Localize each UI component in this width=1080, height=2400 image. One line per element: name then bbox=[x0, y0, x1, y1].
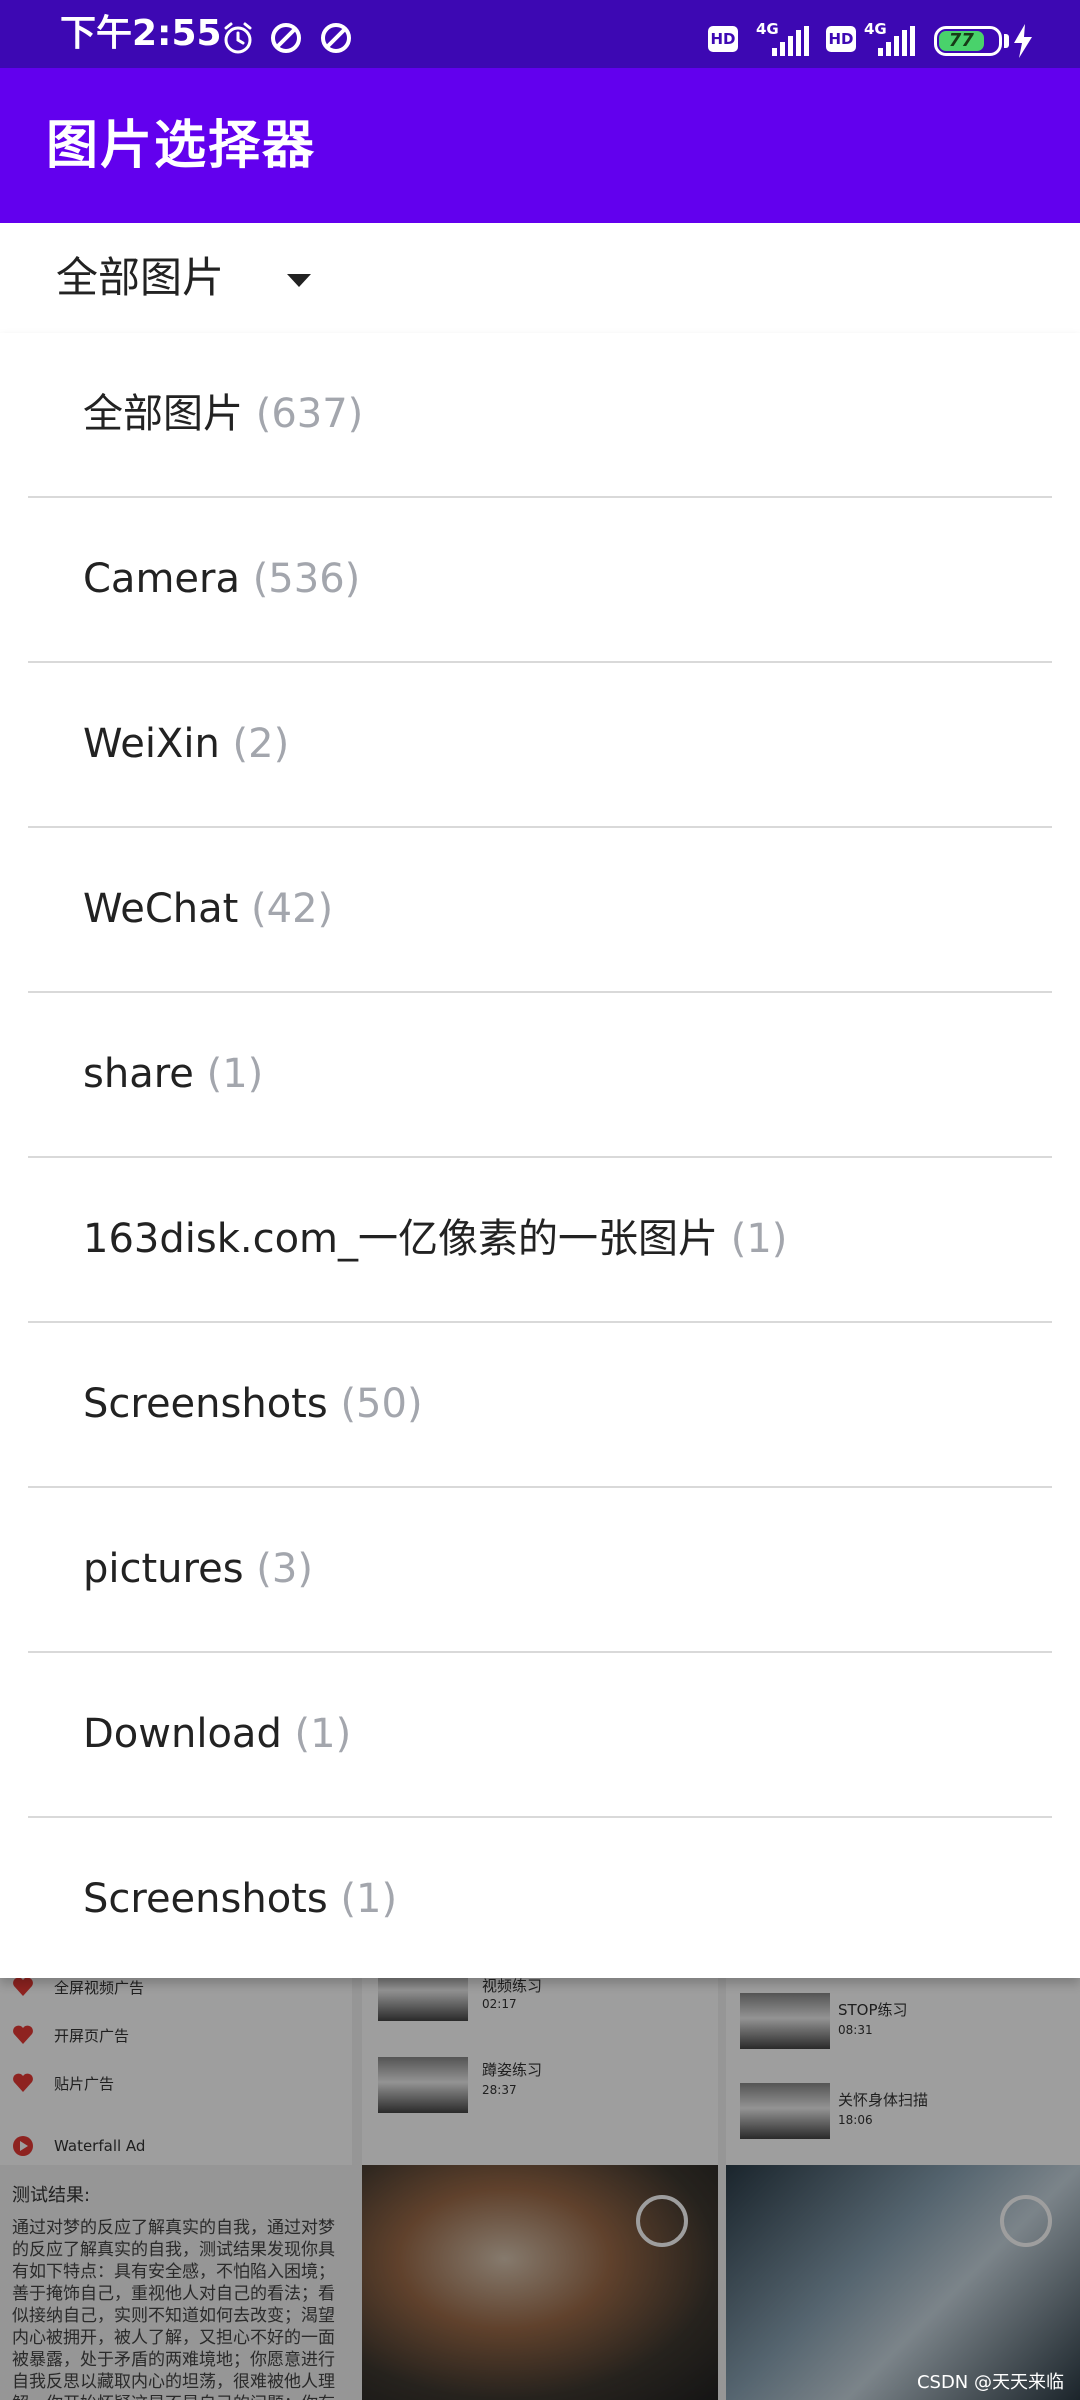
album-name: Screenshots bbox=[83, 1381, 328, 1427]
battery-level: 77 bbox=[939, 31, 984, 51]
album-option[interactable]: Camera (536) bbox=[28, 498, 1052, 663]
alarm-icon bbox=[224, 22, 252, 54]
album-count: (2) bbox=[232, 721, 290, 767]
album-count: (536) bbox=[252, 556, 361, 602]
album-dropdown-list: 全部图片 (637) Camera (536) WeiXin (2) WeCha… bbox=[0, 333, 1080, 1978]
album-count: (1) bbox=[340, 1876, 398, 1922]
album-name: share bbox=[83, 1051, 194, 1097]
dropdown-caret-icon bbox=[287, 274, 311, 287]
album-name: WeiXin bbox=[83, 721, 220, 767]
status-bar: 下午2:55 HD 4G HD 4G 77 bbox=[0, 0, 1080, 68]
album-option[interactable]: WeChat (42) bbox=[28, 828, 1052, 993]
album-count: (50) bbox=[340, 1381, 423, 1427]
album-option[interactable]: share (1) bbox=[28, 993, 1052, 1158]
album-option[interactable]: Download (1) bbox=[28, 1653, 1052, 1818]
album-option[interactable]: pictures (3) bbox=[28, 1488, 1052, 1653]
background-scrim bbox=[0, 1975, 1080, 2400]
spinner-selected-label: 全部图片 bbox=[56, 253, 225, 302]
album-name: WeChat bbox=[83, 886, 239, 932]
album-name: pictures bbox=[83, 1546, 244, 1592]
app-bar: 图片选择器 bbox=[0, 68, 1080, 223]
battery-indicator: 77 bbox=[934, 26, 1002, 56]
app-title: 图片选择器 bbox=[46, 116, 317, 176]
album-count: (1) bbox=[206, 1051, 264, 1097]
album-option[interactable]: WeiXin (2) bbox=[28, 663, 1052, 828]
battery-tip bbox=[1004, 34, 1009, 48]
data-saver-icon bbox=[271, 23, 301, 53]
album-name: Download bbox=[83, 1711, 282, 1757]
album-option[interactable]: Screenshots (1) bbox=[28, 1818, 1052, 1983]
album-name: Camera bbox=[83, 556, 240, 602]
album-count: (3) bbox=[256, 1546, 313, 1592]
album-count: (637) bbox=[255, 391, 364, 437]
album-count: (42) bbox=[251, 886, 334, 932]
album-count: (1) bbox=[730, 1216, 788, 1262]
signal-icon bbox=[878, 26, 915, 56]
album-option[interactable]: Screenshots (50) bbox=[28, 1323, 1052, 1488]
album-option[interactable]: 全部图片 (637) bbox=[28, 333, 1052, 498]
hd-badge: HD bbox=[708, 26, 738, 52]
hd-badge: HD bbox=[826, 26, 856, 52]
album-count: (1) bbox=[294, 1711, 352, 1757]
album-option[interactable]: 163disk.com_一亿像素的一张图片 (1) bbox=[28, 1158, 1052, 1323]
watermark: CSDN @天天来临 bbox=[916, 2372, 1064, 2393]
signal-icon bbox=[772, 26, 809, 56]
bolt-icon bbox=[1014, 24, 1032, 58]
status-time: 下午2:55 bbox=[60, 13, 222, 54]
album-name: 163disk.com_一亿像素的一张图片 bbox=[83, 1216, 718, 1262]
album-name: 全部图片 bbox=[83, 391, 243, 437]
data-saver-icon bbox=[321, 23, 351, 53]
album-name: Screenshots bbox=[83, 1876, 328, 1922]
album-spinner[interactable]: 全部图片 bbox=[0, 223, 1080, 333]
